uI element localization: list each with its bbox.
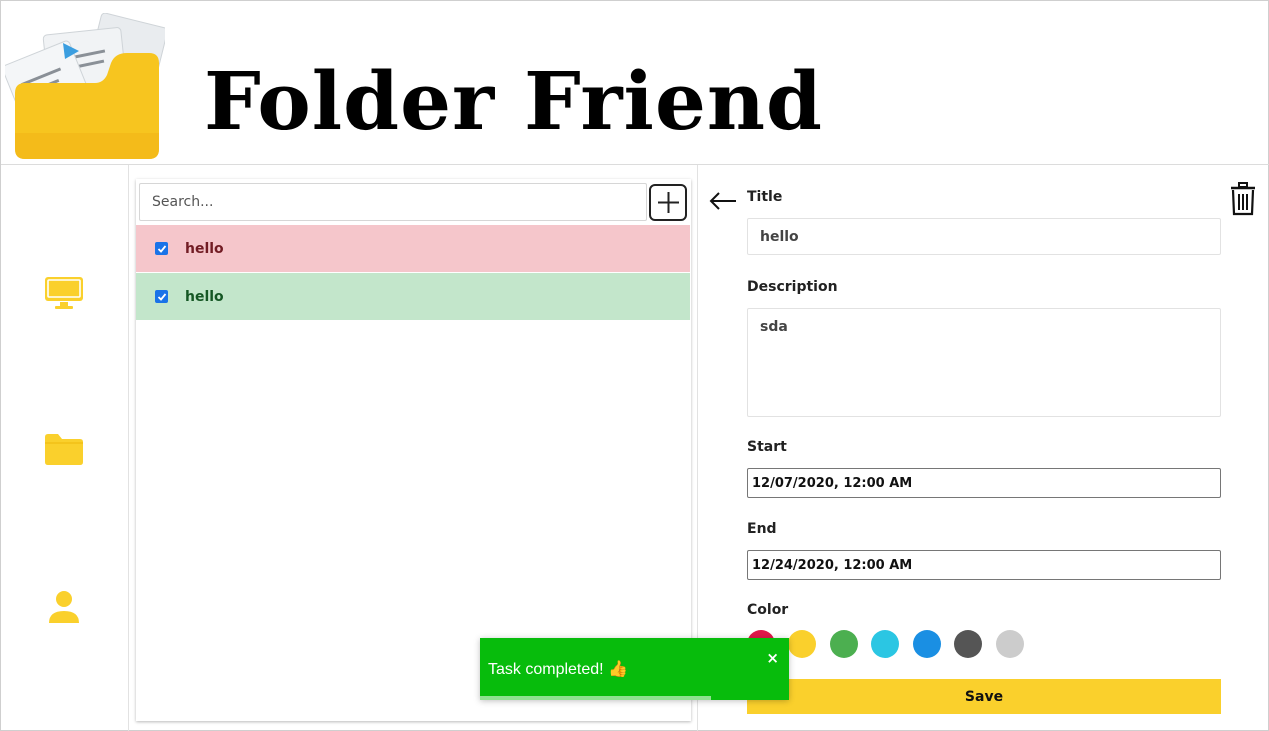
- color-swatch-cyan[interactable]: [871, 630, 899, 658]
- color-swatch-dark-gray[interactable]: [954, 630, 982, 658]
- add-task-button[interactable]: [649, 184, 687, 221]
- app-window: Folder Friend Search... hello hello Titl…: [0, 0, 1269, 731]
- task-label: hello: [185, 288, 224, 305]
- color-swatch-light-gray[interactable]: [996, 630, 1024, 658]
- toast-message: Task completed! 👍: [488, 661, 628, 678]
- task-checkbox[interactable]: [155, 242, 168, 255]
- task-row[interactable]: hello: [136, 225, 690, 272]
- arrow-left-icon: [709, 192, 736, 210]
- back-button[interactable]: [708, 189, 738, 213]
- task-row[interactable]: hello: [136, 273, 690, 320]
- toast-progress-bar: [480, 696, 711, 700]
- color-swatch-blue[interactable]: [913, 630, 941, 658]
- monitor-icon[interactable]: [43, 275, 85, 311]
- title-input[interactable]: [747, 218, 1221, 255]
- color-swatch-yellow[interactable]: [788, 630, 816, 658]
- app-title: Folder Friend: [204, 54, 823, 148]
- folder-icon[interactable]: [43, 431, 85, 467]
- trash-icon: [1231, 182, 1255, 216]
- start-date-input[interactable]: [747, 468, 1221, 498]
- color-label: Color: [747, 602, 789, 618]
- toast-close-button[interactable]: ×: [766, 649, 779, 667]
- start-label: Start: [747, 439, 787, 455]
- sidebar: [1, 165, 129, 731]
- delete-button[interactable]: [1228, 181, 1258, 217]
- search-input[interactable]: [139, 183, 647, 221]
- header: Folder Friend: [1, 1, 1269, 165]
- toast-notification: Task completed! 👍 ×: [480, 638, 789, 700]
- folder-logo-icon: [2, 12, 168, 163]
- save-button[interactable]: Save: [747, 679, 1221, 714]
- user-icon[interactable]: [43, 589, 85, 625]
- description-label: Description: [747, 279, 838, 295]
- title-label: Title: [747, 189, 783, 205]
- task-checkbox[interactable]: [155, 290, 168, 303]
- description-input[interactable]: sda: [747, 308, 1221, 417]
- end-label: End: [747, 521, 777, 537]
- end-date-input[interactable]: [747, 550, 1221, 580]
- task-label: hello: [185, 240, 224, 257]
- plus-icon: [658, 192, 679, 213]
- color-swatch-green[interactable]: [830, 630, 858, 658]
